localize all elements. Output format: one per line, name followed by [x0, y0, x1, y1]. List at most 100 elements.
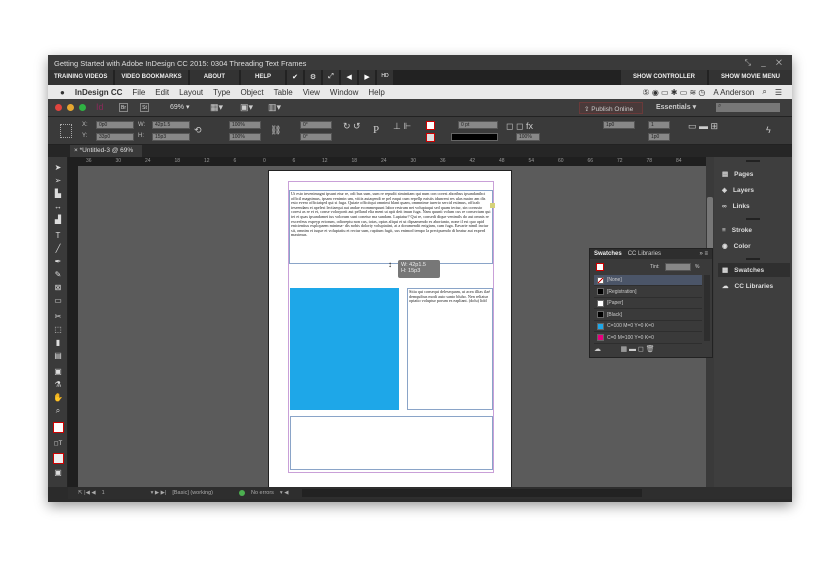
x-field[interactable]: 0p0	[96, 121, 134, 129]
page-nav-icons[interactable]: ⇱ |◀ ◀	[78, 490, 96, 496]
swatches-scrollbar[interactable]	[704, 275, 710, 341]
menu-help[interactable]: Help	[368, 88, 384, 97]
eyedropper-tool-icon[interactable]: ⚗	[52, 380, 64, 390]
y-field[interactable]: 33p0	[96, 133, 134, 141]
paragraph-icon[interactable]: P	[373, 124, 379, 136]
line-tool-icon[interactable]: ╱	[52, 244, 64, 254]
dock-item-swatches[interactable]: ▦ Swatches	[718, 263, 790, 277]
rectangle-tool-icon[interactable]: ▭	[52, 296, 64, 306]
workspace-switcher[interactable]: Essentials ▾	[656, 103, 696, 111]
publish-online-button[interactable]: ⇪ Publish Online	[579, 102, 643, 114]
pen-tool-icon[interactable]: ✒	[52, 257, 64, 267]
inset-field[interactable]: 1p0	[603, 121, 635, 129]
content-collector-icon[interactable]: ▟	[52, 215, 64, 225]
bottom-text-frame[interactable]	[290, 416, 493, 470]
hand-tool-icon[interactable]: ✋	[52, 393, 64, 403]
dock-item-cc-libraries[interactable]: ☁ CC Libraries	[718, 279, 790, 293]
arrange-documents-icon[interactable]: ▥▾	[268, 102, 281, 113]
horizontal-ruler[interactable]: 36 30 24 18 12 6 0 6 12 18 24 30 36 42 48 54 60 66 72 78 84	[78, 157, 712, 166]
menu-view[interactable]: View	[303, 88, 320, 97]
quick-apply-icon[interactable]: ϟ	[766, 125, 771, 135]
show-controller-button[interactable]: SHOW CONTROLLER	[620, 70, 707, 85]
side-text-frame[interactable]: Sitia qui consequi delesequam, ut acea i…	[407, 288, 493, 410]
scissors-tool-icon[interactable]: ✂	[52, 312, 64, 322]
fill-stroke-icon[interactable]	[53, 422, 64, 433]
rotate-field[interactable]: 0°	[300, 121, 332, 129]
main-text-frame[interactable]: Ut esto invenimagni ipsunt etur re, odi …	[289, 190, 493, 264]
panel-menu-icon[interactable]: » ≡	[699, 251, 712, 257]
swatch-row[interactable]: [Registration]	[594, 287, 702, 298]
reference-point-icon[interactable]	[60, 124, 72, 138]
app-menu[interactable]: InDesign CC	[75, 88, 123, 97]
stroke-weight-field[interactable]: 0 pt	[458, 121, 498, 129]
screen-mode-tool-icon[interactable]: ▣	[52, 468, 64, 478]
height-field[interactable]: 15p3	[152, 133, 190, 141]
apple-icon[interactable]: ●	[60, 88, 65, 97]
zoom-tool-icon[interactable]: ⌕	[52, 406, 64, 416]
swatches-tab[interactable]: Swatches	[594, 251, 622, 257]
stroke-none-icon[interactable]	[426, 133, 435, 142]
video-bookmarks-button[interactable]: VIDEO BOOKMARKS	[115, 70, 188, 85]
swatch-footer-icons[interactable]: ☁ ▦ ▬ ◻ 🗑	[594, 345, 655, 353]
dock-item-stroke[interactable]: ≡ Stroke	[718, 223, 790, 237]
bridge-button[interactable]: Br	[119, 103, 128, 112]
menu-type[interactable]: Type	[213, 88, 230, 97]
previous-icon[interactable]: ◀	[341, 70, 358, 85]
dock-item-color[interactable]: ◉ Color	[718, 239, 790, 253]
about-button[interactable]: ABOUT	[189, 70, 240, 85]
check-icon[interactable]: ✔	[287, 70, 304, 85]
align-icons[interactable]: ⊥ ⊩	[393, 121, 411, 132]
page-number[interactable]: 1	[102, 490, 105, 496]
status-icons[interactable]: ⑤ ◉ ▭ ✱ ▭ ≋ ◷	[642, 88, 705, 97]
user-name[interactable]: A Anderson	[713, 88, 754, 97]
selection-tool-icon[interactable]: ➤	[52, 163, 64, 173]
list-icon[interactable]: ☰	[775, 88, 782, 97]
effects-icons[interactable]: ◻ ◻ fx	[506, 121, 533, 132]
apply-none-icon[interactable]	[53, 453, 64, 464]
width-field[interactable]: 42p1.5	[152, 121, 190, 129]
panel-group-grip[interactable]	[746, 160, 760, 162]
type-tool-icon[interactable]: T	[52, 231, 64, 241]
scale-x-field[interactable]: 100%	[229, 121, 261, 129]
formatting-affects-icon[interactable]: ◻T	[52, 439, 64, 449]
swatch-row[interactable]: [Black]	[594, 310, 702, 321]
screen-mode-icon[interactable]: ▣▾	[240, 102, 253, 113]
dock-item-pages[interactable]: ▤ Pages	[718, 167, 790, 181]
rotate-icons[interactable]: ↻ ↺	[343, 121, 361, 132]
swatch-row[interactable]: C=100 M=0 Y=0 K=0	[594, 321, 702, 332]
free-transform-tool-icon[interactable]: ⬚	[52, 325, 64, 335]
link-icon[interactable]: ⛓	[270, 125, 281, 136]
hd-icon[interactable]: HD	[377, 70, 394, 85]
next-icon[interactable]: ▶	[359, 70, 376, 85]
page-tool-icon[interactable]: ▙	[52, 189, 64, 199]
swatch-row[interactable]: [None]	[594, 275, 702, 286]
close-tab-icon[interactable]: ×	[74, 147, 78, 154]
note-tool-icon[interactable]: ▣	[52, 367, 64, 377]
fill-stroke-swatch-icon[interactable]	[596, 263, 604, 271]
preflight-menu-icon[interactable]: ▾ ◀	[280, 490, 289, 496]
menu-object[interactable]: Object	[240, 88, 263, 97]
columns-field[interactable]: 1	[648, 121, 670, 129]
horizontal-scrollbar[interactable]	[302, 489, 643, 497]
menu-file[interactable]: File	[132, 88, 145, 97]
scale-y-field[interactable]: 100%	[229, 133, 261, 141]
help-button[interactable]: HELP	[241, 70, 286, 85]
gap-tool-icon[interactable]: ↔	[52, 202, 64, 212]
stock-button[interactable]: St	[140, 103, 149, 112]
constrain-icon[interactable]: ⟲	[194, 125, 202, 136]
spotlight-icon[interactable]: ⌕	[762, 87, 766, 97]
show-movie-menu-button[interactable]: SHOW MOVIE MENU	[708, 70, 792, 85]
vertical-ruler[interactable]	[68, 157, 78, 487]
tint-field[interactable]	[665, 263, 691, 271]
window-controls[interactable]: ⤡ _ ✕	[745, 58, 786, 68]
fill-none-icon[interactable]	[426, 121, 435, 130]
preflight-errors[interactable]: No errors	[251, 490, 274, 496]
shear-field[interactable]: 0°	[300, 133, 332, 141]
gradient-swatch-tool-icon[interactable]: ▮	[52, 338, 64, 348]
swatch-row[interactable]: C=0 M=100 Y=0 K=0	[594, 333, 702, 344]
menu-table[interactable]: Table	[274, 88, 293, 97]
zoom-dot[interactable]	[79, 104, 86, 111]
close-dot[interactable]	[55, 104, 62, 111]
text-frame-icons[interactable]: ▭ ▬ ⊞	[688, 121, 718, 132]
stroke-type-select[interactable]	[451, 133, 498, 141]
